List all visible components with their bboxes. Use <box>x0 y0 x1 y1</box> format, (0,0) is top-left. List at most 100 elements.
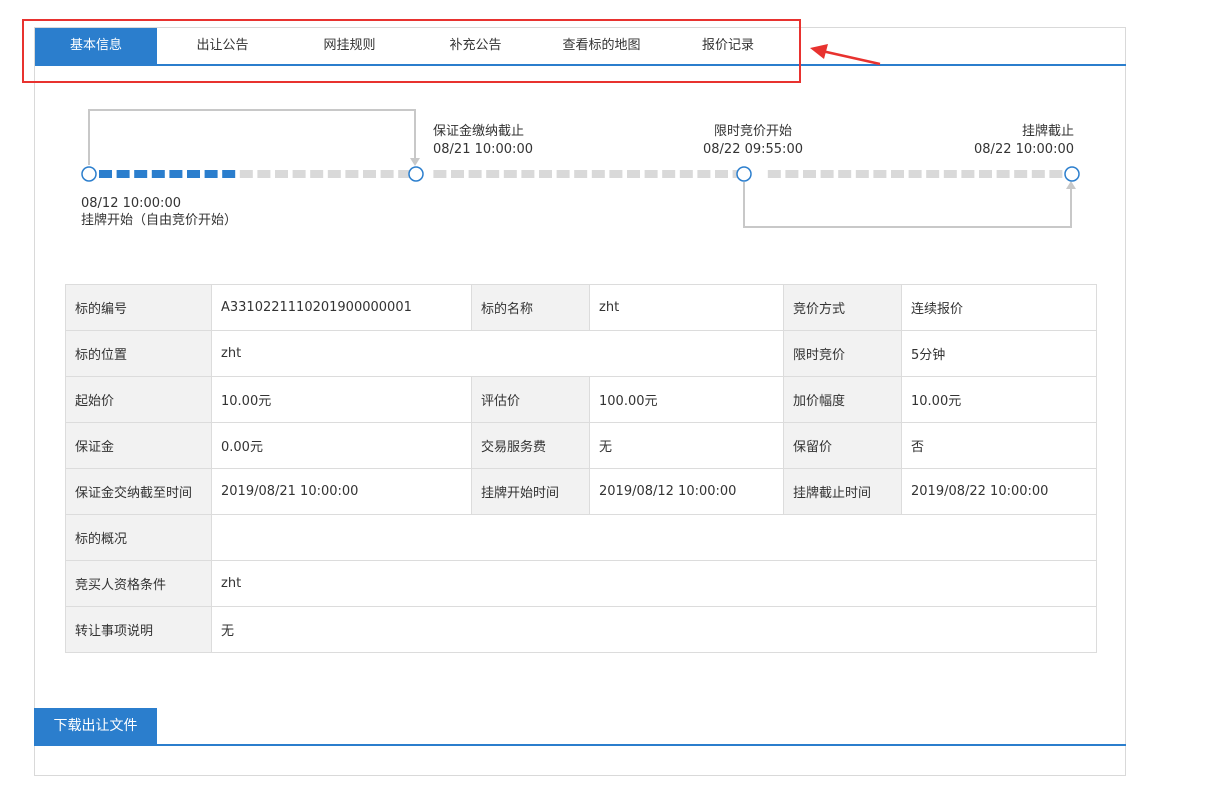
timeline-dash <box>99 170 112 178</box>
label-bidding-method: 竞价方式 <box>783 284 902 331</box>
timeline-dash <box>275 170 288 178</box>
label-timed-bidding: 限时竞价 <box>783 330 902 377</box>
label-bidder-qualification: 竞买人资格条件 <box>65 560 212 607</box>
listing-info-table: 标的编号 A3310221110201900000001 标的名称 zht 竞价… <box>65 284 1097 653</box>
timeline-dash <box>979 170 992 178</box>
timeline-dash <box>345 170 359 178</box>
value-service-fee: 无 <box>589 422 784 469</box>
label-deposit-deadline: 保证金交纳截至时间 <box>65 468 212 515</box>
value-deposit: 0.00元 <box>211 422 472 469</box>
download-transfer-documents-button[interactable]: 下载出让文件 <box>34 708 157 744</box>
timeline-dash <box>239 170 253 178</box>
timeline-dash <box>943 170 957 178</box>
timeline-start-time: 08/12 10:00:00 <box>81 196 181 211</box>
timeline-deposit-label: 保证金缴纳截止 <box>433 124 525 139</box>
label-transfer-notes: 转让事项说明 <box>65 606 212 653</box>
label-listing-end: 挂牌截止时间 <box>783 468 902 515</box>
timeline-dash <box>785 170 799 178</box>
timeline-dash <box>292 170 306 178</box>
timeline-dash <box>521 170 535 178</box>
value-timed-bidding: 5分钟 <box>901 330 1097 377</box>
label-appraised-price: 评估价 <box>471 376 590 423</box>
timeline-dash <box>134 170 148 178</box>
timeline-dash <box>380 170 394 178</box>
timeline-dash <box>838 170 852 178</box>
timeline-node-timed-bidding <box>736 166 752 182</box>
value-appraised-price: 100.00元 <box>589 376 784 423</box>
timeline-dash <box>1031 170 1045 178</box>
timeline-deposit-time: 08/21 10:00:00 <box>433 142 533 157</box>
timeline-dash <box>310 170 324 178</box>
timeline-dash <box>591 170 605 178</box>
timeline-dash <box>679 170 693 178</box>
table-row: 转让事项说明 无 <box>65 606 1097 653</box>
timeline-connector-deposit <box>88 109 416 165</box>
timeline-dash <box>204 170 218 178</box>
timeline-dash <box>503 170 517 178</box>
timeline-dash <box>644 170 658 178</box>
timeline-dash <box>662 170 676 178</box>
timeline-node-start <box>81 166 97 182</box>
timeline-connector-arrowhead-end <box>1066 181 1076 189</box>
label-subject-location: 标的位置 <box>65 330 212 377</box>
timeline-dash <box>767 170 781 178</box>
timeline-dash <box>873 170 887 178</box>
timeline-dash <box>820 170 834 178</box>
timeline-dash <box>803 170 816 178</box>
timeline-dash <box>855 170 869 178</box>
label-bid-increment: 加价幅度 <box>783 376 902 423</box>
value-starting-price: 10.00元 <box>211 376 472 423</box>
timeline-dash <box>926 170 940 178</box>
download-section-bar: 下载出让文件 <box>34 708 1126 746</box>
value-listing-start: 2019/08/12 10:00:00 <box>589 468 784 515</box>
table-row: 标的位置 zht 限时竞价 5分钟 <box>65 330 1097 377</box>
timeline-node-deposit <box>408 166 424 182</box>
timeline-dash <box>715 170 728 178</box>
value-transfer-notes: 无 <box>211 606 1097 653</box>
value-subject-location: zht <box>211 330 784 377</box>
timeline-dash <box>327 170 341 178</box>
timeline-node-end <box>1064 166 1080 182</box>
timeline-dash <box>961 170 975 178</box>
table-row: 标的概况 <box>65 514 1097 561</box>
timeline-dash <box>891 170 904 178</box>
label-deposit: 保证金 <box>65 422 212 469</box>
timeline-connector-end <box>743 182 1072 228</box>
timeline-dash <box>187 170 200 178</box>
timeline-dash <box>116 170 130 178</box>
timeline-dash <box>363 170 376 178</box>
table-row: 保证金 0.00元 交易服务费 无 保留价 否 <box>65 422 1097 469</box>
timeline-dash <box>151 170 165 178</box>
value-bidding-method: 连续报价 <box>901 284 1097 331</box>
timeline-dash <box>486 170 500 178</box>
label-service-fee: 交易服务费 <box>471 422 590 469</box>
timeline-end-label: 挂牌截止 <box>1021 124 1074 139</box>
timeline-timed-bidding-time: 08/22 09:55:00 <box>703 142 803 157</box>
timeline-dash <box>996 170 1010 178</box>
value-bid-increment: 10.00元 <box>901 376 1097 423</box>
label-listing-start: 挂牌开始时间 <box>471 468 590 515</box>
label-subject-overview: 标的概况 <box>65 514 212 561</box>
label-reserve-price: 保留价 <box>783 422 902 469</box>
timeline-dash <box>1049 170 1063 178</box>
timeline-dash <box>627 170 640 178</box>
value-listing-end: 2019/08/22 10:00:00 <box>901 468 1097 515</box>
timeline-dash <box>169 170 183 178</box>
timeline-dash <box>574 170 588 178</box>
table-row: 保证金交纳截至时间 2019/08/21 10:00:00 挂牌开始时间 201… <box>65 468 1097 515</box>
timeline-timed-bidding-label: 限时竞价开始 <box>713 124 792 139</box>
timeline-dash <box>222 170 236 178</box>
label-subject-name: 标的名称 <box>471 284 590 331</box>
timeline-dash <box>539 170 552 178</box>
timeline-dash <box>433 170 447 178</box>
value-subject-overview <box>211 514 1097 561</box>
label-starting-price: 起始价 <box>65 376 212 423</box>
timeline-dash <box>556 170 570 178</box>
timeline-connector-arrowhead <box>410 158 420 166</box>
value-reserve-price: 否 <box>901 422 1097 469</box>
table-row: 起始价 10.00元 评估价 100.00元 加价幅度 10.00元 <box>65 376 1097 423</box>
timeline-track <box>99 170 1063 178</box>
timeline-dash <box>257 170 271 178</box>
timeline-dash <box>609 170 623 178</box>
timeline-dash <box>468 170 482 178</box>
